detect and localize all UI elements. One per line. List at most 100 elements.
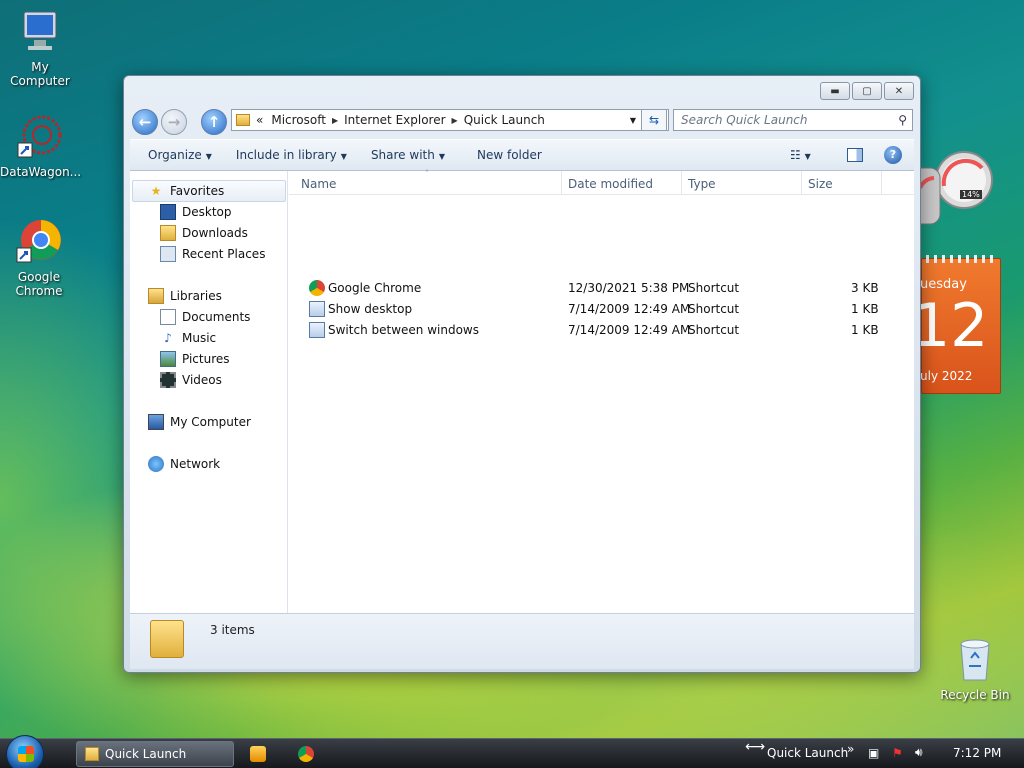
- desktop-icon-datawagon[interactable]: DataWagon...: [0, 113, 81, 179]
- search-input[interactable]: Search Quick Launch ⚲: [673, 109, 913, 131]
- organize-label: Organize: [148, 148, 202, 162]
- nav-network[interactable]: Network: [148, 454, 220, 474]
- close-button[interactable]: ✕: [884, 82, 914, 100]
- calendar-gadget[interactable]: uesday 12 uly 2022: [912, 255, 1001, 394]
- file-row[interactable]: Google Chrome 12/30/2021 5:38 PM Shortcu…: [309, 278, 909, 298]
- media-player-icon[interactable]: [250, 746, 266, 762]
- search-icon[interactable]: ⚲: [898, 110, 907, 130]
- column-headers: Name ˄ Date modified Type Size: [289, 169, 914, 195]
- sort-arrow-icon: ˄: [425, 169, 429, 178]
- breadcrumb-arrow-icon[interactable]: ▶: [452, 116, 458, 125]
- windows-logo-icon: [18, 746, 34, 762]
- include-label: Include in library: [235, 148, 337, 162]
- refresh-button[interactable]: ⇆: [641, 109, 667, 131]
- back-button[interactable]: ←: [132, 109, 158, 135]
- views-button[interactable]: ☷ ▼: [790, 148, 811, 162]
- taskbar-button-quick-launch[interactable]: Quick Launch: [76, 741, 234, 767]
- nav-recent-places[interactable]: Recent Places: [160, 244, 265, 264]
- resize-cursor-icon: ⟷: [745, 739, 766, 755]
- file-row[interactable]: Show desktop 7/14/2009 12:49 AM Shortcut…: [309, 299, 909, 319]
- minimize-button[interactable]: ▬: [820, 82, 850, 100]
- nav-label: Pictures: [182, 352, 230, 366]
- help-icon: ?: [889, 148, 897, 161]
- maximize-icon: ▢: [862, 85, 872, 97]
- share-label: Share with: [370, 148, 435, 162]
- datawagon-icon: [16, 113, 64, 161]
- new-folder-button[interactable]: New folder: [457, 148, 554, 162]
- file-name: Switch between windows: [328, 323, 479, 337]
- calendar-rings: [926, 255, 996, 263]
- nav-desktop[interactable]: Desktop: [160, 202, 232, 222]
- taskbar: Quick Launch ⟷ Quick Launch » ▣ ⚑ 🔊︎ 7:1…: [0, 735, 1024, 768]
- network-icon: [148, 456, 164, 472]
- network-tray-icon[interactable]: ▣: [868, 746, 879, 760]
- explorer-window[interactable]: ▬ ▢ ✕ ← → ↑ « Microsoft ▶ Internet Explo…: [123, 75, 921, 673]
- nav-label: Libraries: [170, 289, 222, 303]
- file-row[interactable]: Switch between windows 7/14/2009 12:49 A…: [309, 320, 909, 340]
- gauge-percent: 14%: [960, 190, 982, 199]
- documents-icon: [160, 309, 176, 325]
- clock[interactable]: 7:12 PM: [953, 746, 1001, 760]
- address-dropdown-icon[interactable]: ▼: [630, 116, 636, 125]
- chrome-icon[interactable]: [298, 746, 314, 762]
- star-icon: ★: [150, 184, 162, 198]
- column-type[interactable]: Type: [682, 171, 802, 195]
- file-size: 3 KB: [851, 281, 879, 295]
- breadcrumb-overflow[interactable]: «: [256, 113, 263, 127]
- start-button[interactable]: [6, 735, 44, 768]
- pictures-icon: [160, 351, 176, 367]
- computer-icon: [16, 8, 64, 56]
- folder-icon: [150, 620, 184, 658]
- breadcrumb-arrow-icon[interactable]: ▶: [332, 116, 338, 125]
- forward-button[interactable]: →: [161, 109, 187, 135]
- desktop-icon-label: Recycle Bin: [940, 688, 1010, 702]
- cpu-meter-gadget[interactable]: 14%: [911, 148, 1002, 228]
- nav-my-computer[interactable]: My Computer: [148, 412, 251, 432]
- breadcrumb-internet-explorer[interactable]: Internet Explorer: [344, 113, 445, 127]
- up-arrow-icon: ↑: [207, 113, 221, 131]
- nav-favorites[interactable]: ★ Favorites: [148, 181, 225, 201]
- volume-icon[interactable]: 🔊︎: [915, 745, 923, 760]
- address-bar[interactable]: « Microsoft ▶ Internet Explorer ▶ Quick …: [231, 109, 669, 131]
- nav-music[interactable]: ♪ Music: [160, 328, 216, 348]
- nav-downloads[interactable]: Downloads: [160, 223, 248, 243]
- file-size: 1 KB: [851, 323, 879, 337]
- desktop-icon-google-chrome[interactable]: Google Chrome: [0, 218, 79, 298]
- search-placeholder: Search Quick Launch: [681, 113, 808, 127]
- nav-videos[interactable]: Videos: [160, 370, 222, 390]
- new-folder-label: New folder: [477, 148, 542, 162]
- desktop-icon-my-computer[interactable]: My Computer: [0, 8, 80, 88]
- desktop-icon-recycle-bin[interactable]: Recycle Bin: [935, 636, 1015, 702]
- column-size[interactable]: Size: [802, 171, 882, 195]
- file-date: 7/14/2009 12:49 AM: [568, 302, 691, 316]
- chevron-down-icon: ▼: [438, 152, 445, 161]
- breadcrumb-microsoft[interactable]: Microsoft: [271, 113, 326, 127]
- back-arrow-icon: ←: [138, 113, 152, 131]
- quick-launch-toolbar-label[interactable]: Quick Launch: [767, 746, 848, 760]
- nav-libraries[interactable]: Libraries: [148, 286, 222, 306]
- chevron-down-icon: ▼: [205, 152, 212, 161]
- nav-label: Downloads: [182, 226, 248, 240]
- nav-pictures[interactable]: Pictures: [160, 349, 230, 369]
- organize-button[interactable]: Organize ▼: [130, 148, 224, 162]
- include-in-library-button[interactable]: Include in library ▼: [224, 148, 359, 162]
- share-with-button[interactable]: Share with ▼: [359, 148, 457, 162]
- action-center-icon[interactable]: ⚑: [892, 746, 903, 760]
- minimize-icon: ▬: [830, 85, 840, 97]
- file-type: Shortcut: [688, 323, 740, 337]
- breadcrumb-quick-launch[interactable]: Quick Launch: [464, 113, 545, 127]
- toolbar-overflow-icon[interactable]: »: [847, 742, 854, 756]
- maximize-button[interactable]: ▢: [852, 82, 882, 100]
- column-date-modified[interactable]: Date modified: [562, 171, 682, 195]
- file-date: 12/30/2021 5:38 PM: [568, 281, 690, 295]
- up-button[interactable]: ↑: [201, 109, 227, 135]
- preview-pane-button[interactable]: [847, 148, 863, 162]
- nav-label: Favorites: [170, 184, 225, 198]
- content-area: ★ Favorites Desktop Downloads Recent Plac…: [130, 169, 914, 613]
- calendar-month-year: uly 2022: [920, 369, 973, 383]
- file-type: Shortcut: [688, 281, 740, 295]
- refresh-icon: ⇆: [648, 113, 660, 127]
- nav-documents[interactable]: Documents: [160, 307, 250, 327]
- file-size: 1 KB: [851, 302, 879, 316]
- help-button[interactable]: ?: [884, 146, 902, 164]
